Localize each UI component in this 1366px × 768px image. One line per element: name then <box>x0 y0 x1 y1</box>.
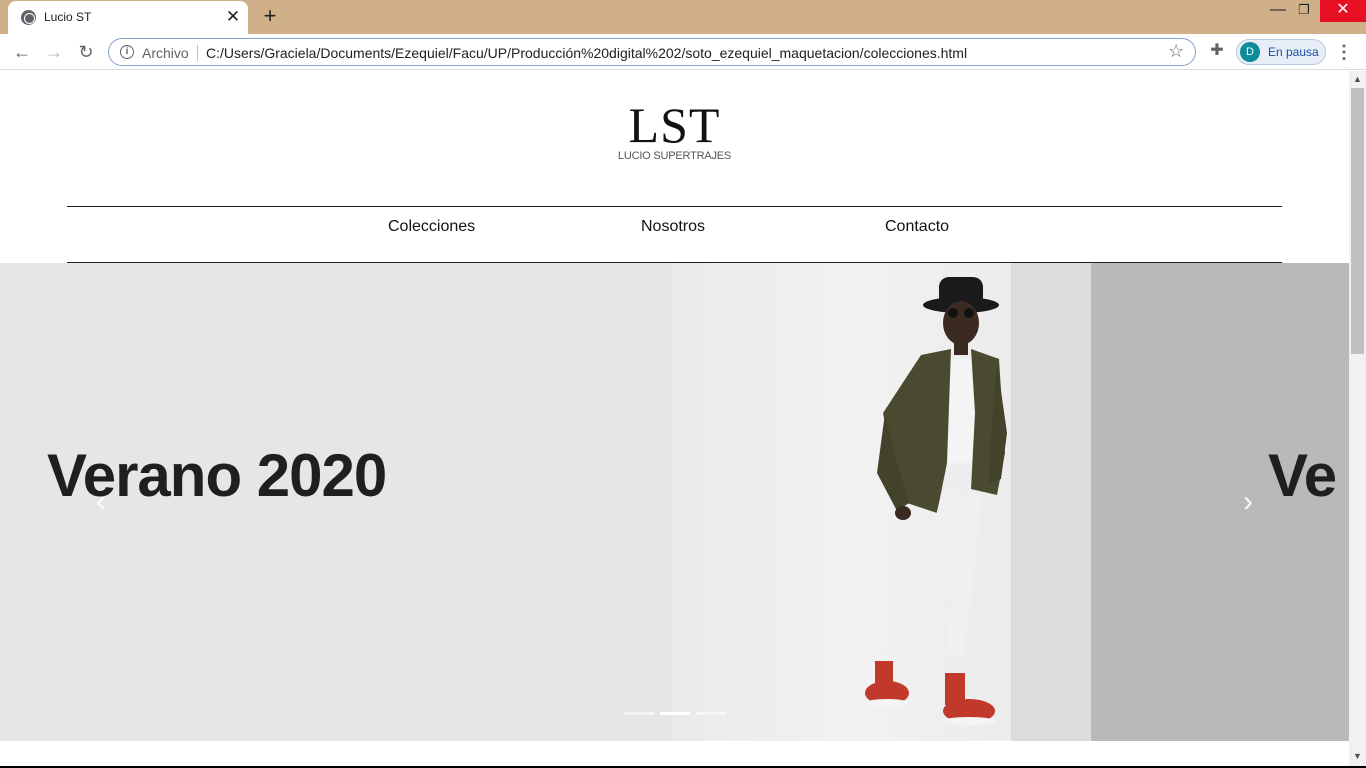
profile-button[interactable]: D En pausa <box>1236 39 1326 65</box>
close-tab-icon[interactable]: ✕ <box>224 6 242 28</box>
new-tab-button[interactable]: + <box>258 4 282 30</box>
reload-button[interactable]: ↻ <box>72 38 100 66</box>
page-viewport: LST LUCIO SUPERTRAJES Colecciones Nosotr… <box>0 71 1366 768</box>
browser-tab[interactable]: Lucio ST ✕ <box>8 1 248 34</box>
page-scrollbar[interactable]: ▲ ▼ <box>1349 71 1366 768</box>
nav-link-nosotros[interactable]: Nosotros <box>641 218 705 236</box>
site-nav: Colecciones Nosotros Contacto <box>67 206 1282 263</box>
extensions-puzzle-icon[interactable]: ✚ <box>1206 40 1228 62</box>
carousel-indicator[interactable] <box>696 712 726 715</box>
tab-title: Lucio ST <box>44 10 92 24</box>
nav-link-colecciones[interactable]: Colecciones <box>388 218 475 236</box>
carousel-prev-icon[interactable]: ‹ <box>88 485 114 519</box>
slide-photo <box>671 263 1091 741</box>
globe-icon <box>21 10 36 25</box>
model-photo-illustration <box>865 263 1091 741</box>
site-logo[interactable]: LST <box>0 96 1349 154</box>
browser-tab-strip: Lucio ST ✕ + — ❐ ✕ <box>0 0 1366 34</box>
next-slide-title: Ve <box>1268 442 1337 509</box>
carousel-indicator-active[interactable] <box>660 712 690 715</box>
hero-carousel: Verano 2020 Ve ‹ › <box>0 263 1349 741</box>
scheme-label: Archivo <box>142 45 189 61</box>
forward-button[interactable]: → <box>40 38 68 66</box>
more-vert-icon[interactable]: ⋮ <box>1334 40 1354 64</box>
divider <box>197 45 198 61</box>
scroll-up-icon[interactable]: ▲ <box>1353 74 1362 84</box>
url-text[interactable]: C:/Users/Graciela/Documents/Ezequiel/Fac… <box>206 45 967 61</box>
restore-button[interactable]: ❐ <box>1284 0 1324 22</box>
carousel-next-icon[interactable]: › <box>1235 485 1261 519</box>
nav-link-contacto[interactable]: Contacto <box>885 218 949 236</box>
scroll-down-icon[interactable]: ▼ <box>1353 751 1362 761</box>
close-window-button[interactable]: ✕ <box>1320 0 1366 22</box>
avatar: D <box>1240 42 1260 62</box>
info-icon[interactable]: i <box>120 45 134 59</box>
bookmark-star-icon[interactable]: ☆ <box>1168 41 1184 62</box>
carousel-indicators <box>624 712 734 716</box>
profile-status: En pausa <box>1268 45 1319 59</box>
address-bar[interactable]: i Archivo C:/Users/Graciela/Documents/Ez… <box>108 38 1196 66</box>
carousel-indicator[interactable] <box>624 712 654 715</box>
back-button[interactable]: ← <box>8 38 36 66</box>
browser-toolbar: ← → ↻ i Archivo C:/Users/Graciela/Docume… <box>0 34 1366 70</box>
scroll-thumb[interactable] <box>1351 88 1364 354</box>
logo-subtitle: LUCIO SUPERTRAJES <box>617 150 732 162</box>
